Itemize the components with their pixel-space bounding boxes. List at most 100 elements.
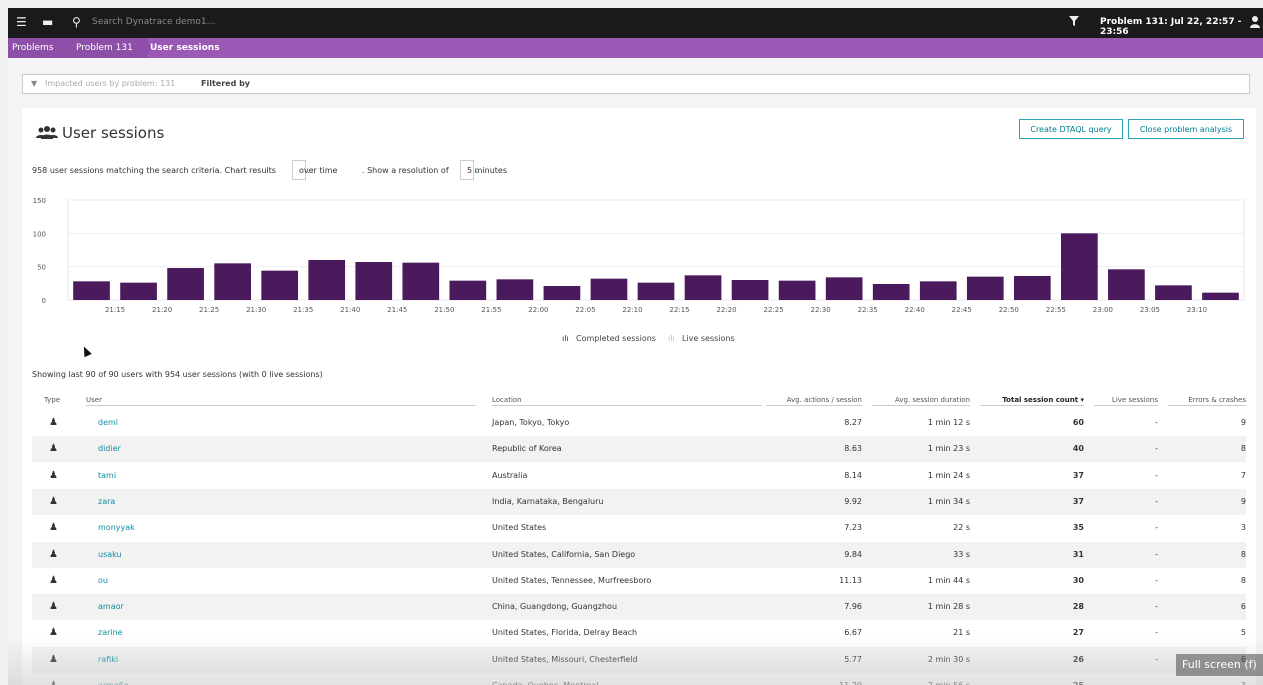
user-icon[interactable] xyxy=(1250,15,1260,29)
legend-completed[interactable]: Completed sessions xyxy=(576,334,656,343)
chart-bar[interactable] xyxy=(872,284,910,300)
table-row[interactable]: ♟ zara India, Karnataka, Bengaluru 9.92 1 mi… xyxy=(32,488,1246,515)
chart-bar[interactable] xyxy=(308,260,346,300)
chart-bar[interactable] xyxy=(731,280,769,300)
chart-bar[interactable] xyxy=(73,281,110,300)
cell-actions: 8.14 xyxy=(844,470,862,480)
chart-bar[interactable] xyxy=(1108,269,1145,300)
problem-timeframe[interactable]: Problem 131: Jul 22, 22:57 - 23:56 xyxy=(1100,17,1263,37)
x-tick-label: 22:35 xyxy=(858,306,878,314)
cell-errors: 9 xyxy=(1240,496,1246,506)
cell-user[interactable]: usaku xyxy=(98,542,398,568)
chart-bar[interactable] xyxy=(1061,233,1098,300)
filter-icon[interactable] xyxy=(1068,14,1080,28)
x-tick-label: 22:00 xyxy=(528,306,548,314)
dashboard-icon[interactable]: ▬ xyxy=(42,16,53,28)
chart-bar[interactable] xyxy=(120,282,157,300)
cell-errors: 8 xyxy=(1240,575,1246,585)
cell-user[interactable]: didier xyxy=(98,436,398,462)
cell-user[interactable]: demi xyxy=(98,410,398,436)
chart-bar[interactable] xyxy=(919,281,957,300)
cell-user[interactable]: ou xyxy=(98,568,398,594)
chart-bar[interactable] xyxy=(637,282,675,300)
breadcrumb-problems[interactable]: Problems xyxy=(8,38,68,58)
users-group-icon xyxy=(36,126,58,139)
cell-errors: 9 xyxy=(1240,418,1246,427)
col-live-sessions[interactable]: Live sessions xyxy=(1094,396,1158,406)
chart-bar[interactable] xyxy=(778,280,816,300)
chart-bar[interactable] xyxy=(261,270,299,300)
chart-bar[interactable] xyxy=(1155,285,1192,300)
cell-live: - xyxy=(1155,496,1158,506)
chart-bar[interactable] xyxy=(825,277,863,300)
chart-bar[interactable] xyxy=(214,263,251,300)
x-tick-label: 21:20 xyxy=(152,306,172,314)
col-errors-crashes[interactable]: Errors & crashes xyxy=(1168,396,1246,406)
chart-bar[interactable] xyxy=(449,280,487,300)
table-row[interactable]: ♟ ou United States, Tennessee, Murfreesbor… xyxy=(32,568,1246,594)
col-location[interactable]: Location xyxy=(492,396,762,406)
cell-location: United States, Tennessee, Murfreesboro xyxy=(492,575,652,585)
x-tick-label: 22:50 xyxy=(999,306,1019,314)
chart-bar[interactable] xyxy=(167,268,204,300)
cell-user[interactable]: monyyak xyxy=(98,515,398,541)
chart-bar[interactable] xyxy=(402,262,440,300)
resolution-select[interactable]: 5 minutes ⌄ xyxy=(460,160,507,180)
chart-bar[interactable] xyxy=(496,279,534,300)
cell-actions: 9.92 xyxy=(844,496,862,506)
x-tick-label: 21:55 xyxy=(481,306,501,314)
cell-count: 40 xyxy=(1072,444,1084,454)
cell-live: - xyxy=(1155,549,1158,559)
showing-summary: Showing last 90 of 90 users with 954 use… xyxy=(32,370,323,379)
breadcrumb-problem-131[interactable]: Problem 131 xyxy=(68,38,146,58)
chart-bar[interactable] xyxy=(684,275,722,300)
chart-bar[interactable] xyxy=(355,262,393,300)
cell-duration: 33 s xyxy=(953,549,970,559)
table-row[interactable]: ♟ didier Republic of Korea 8.63 1 min 23 s 40… xyxy=(32,436,1246,463)
cell-errors: 8 xyxy=(1240,444,1246,454)
search-icon[interactable]: ⚲ xyxy=(72,16,81,28)
x-tick-label: 21:35 xyxy=(293,306,313,314)
cell-duration: 1 min 23 s xyxy=(927,444,970,454)
cell-user[interactable]: tami xyxy=(98,463,398,489)
search-input[interactable]: Search Dynatrace demo1... xyxy=(92,17,215,27)
completed-legend-icon: ılı xyxy=(562,334,569,343)
col-total-session-count[interactable]: Total session count ▾ xyxy=(980,396,1084,406)
chart-bar[interactable] xyxy=(966,276,1004,300)
fullscreen-hint[interactable]: Full screen (f) xyxy=(1176,654,1263,676)
y-tick-label: 50 xyxy=(37,264,46,272)
create-dtaql-query-button[interactable]: Create DTAQL query xyxy=(1019,119,1123,139)
menu-icon[interactable]: ☰ xyxy=(16,16,27,28)
x-tick-label: 22:40 xyxy=(905,306,925,314)
chart-bar[interactable] xyxy=(1013,276,1051,300)
chart-bar[interactable] xyxy=(543,286,581,300)
person-icon: ♟ xyxy=(49,601,58,613)
chart-bar[interactable] xyxy=(590,278,628,300)
cell-duration: 1 min 12 s xyxy=(927,418,970,427)
mouse-cursor xyxy=(80,344,92,358)
cell-count: 60 xyxy=(1072,418,1084,427)
table-row[interactable]: ♟ usaku United States, California, San Die… xyxy=(32,541,1246,568)
x-tick-label: 22:55 xyxy=(1046,306,1066,314)
cell-live: - xyxy=(1155,444,1158,454)
col-user[interactable]: User xyxy=(86,396,476,406)
close-problem-analysis-button[interactable]: Close problem analysis xyxy=(1128,119,1244,139)
col-avg-actions[interactable]: Avg. actions / session xyxy=(766,396,862,406)
col-avg-duration[interactable]: Avg. session duration xyxy=(872,396,970,406)
col-type[interactable]: Type xyxy=(44,396,60,404)
x-tick-label: 21:40 xyxy=(340,306,360,314)
table-row[interactable]: ♟ monyyak United States 7.23 22 s 35 - 3 xyxy=(32,515,1246,541)
chart-mode-select[interactable]: over time ⌄ xyxy=(292,160,337,180)
cell-user[interactable]: amaor xyxy=(98,594,398,620)
table-row[interactable]: ♟ demi Japan, Tokyo, Tokyo 8.27 1 min 12 s 60… xyxy=(32,410,1246,436)
table-row[interactable]: ♟ amaor China, Guangdong, Guangzhou 7.96 1 m… xyxy=(32,594,1246,621)
x-tick-label: 22:30 xyxy=(811,306,831,314)
chart-bar[interactable] xyxy=(1202,292,1239,300)
legend-live[interactable]: Live sessions xyxy=(682,334,735,343)
chevron-down-icon: ⌄ xyxy=(473,166,480,175)
cell-user[interactable]: zara xyxy=(98,489,398,515)
filter-chip[interactable]: Impacted users by problem: 131 xyxy=(45,75,175,93)
filter-bar[interactable]: ▼ Impacted users by problem: 131 Filtere… xyxy=(22,74,1250,94)
user-sessions-panel: User sessions Create DTAQL query Close p… xyxy=(22,108,1256,685)
table-row[interactable]: ♟ tami Australia 8.14 1 min 24 s 37 - 7 xyxy=(32,463,1246,489)
